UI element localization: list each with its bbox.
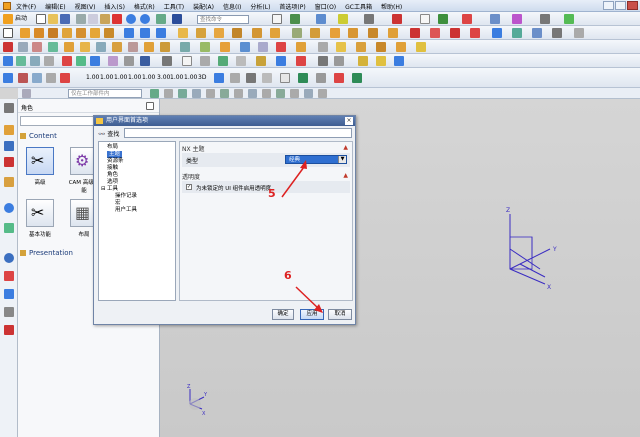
annotation-arrow-6 bbox=[295, 286, 320, 310]
annotation-step-5: 5 bbox=[268, 187, 276, 200]
annotation-arrow-5 bbox=[281, 166, 305, 198]
annotation-overlay bbox=[281, 160, 323, 313]
annotation-step-6: 6 bbox=[284, 269, 292, 282]
annotation-arrowhead-5 bbox=[300, 160, 307, 169]
